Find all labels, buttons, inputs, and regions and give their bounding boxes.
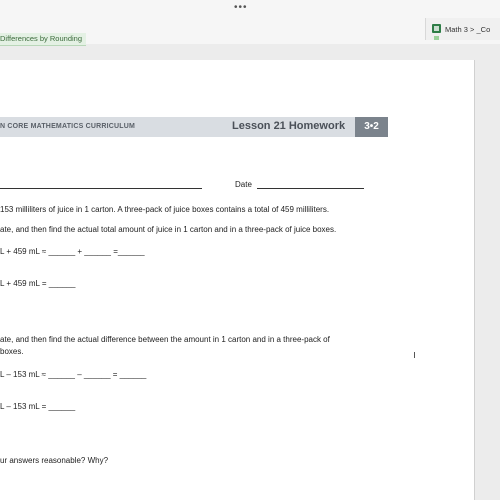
part-b-prompt-cont: boxes. bbox=[0, 347, 24, 356]
part-a-prompt: ate, and then find the actual total amou… bbox=[0, 225, 337, 234]
more-options-icon[interactable]: ••• bbox=[234, 2, 248, 13]
part-b-prompt: ate, and then find the actual difference… bbox=[0, 335, 330, 344]
problem-statement: 153 milliliters of juice in 1 carton. A … bbox=[0, 205, 330, 214]
tab-indicator-icon bbox=[434, 36, 439, 40]
name-field[interactable] bbox=[0, 188, 202, 189]
spreadsheet-icon bbox=[432, 24, 441, 33]
date-field[interactable] bbox=[257, 188, 364, 189]
date-label: Date bbox=[235, 180, 252, 189]
worksheet-header: N CORE MATHEMATICS CURRICULUM Lesson 21 … bbox=[0, 117, 388, 137]
text-cursor-icon bbox=[414, 352, 415, 358]
part-a-actual: L + 459 mL = ______ bbox=[0, 279, 76, 288]
lesson-title: Lesson 21 Homework bbox=[232, 120, 346, 132]
tab-other-label: Math 3 > _Co bbox=[445, 25, 491, 34]
worksheet-page: N CORE MATHEMATICS CURRICULUM Lesson 21 … bbox=[0, 60, 475, 500]
curriculum-label: N CORE MATHEMATICS CURRICULUM bbox=[0, 123, 136, 130]
tab-active-document[interactable]: Differences by Rounding bbox=[0, 33, 86, 46]
part-b-estimate: L – 153 mL ≈ ______ – ______ = ______ bbox=[0, 370, 147, 379]
part-a-estimate: L + 459 mL ≈ ______ + ______ =______ bbox=[0, 247, 145, 256]
title-bar: ••• Differences by Rounding Math 3 > _Co bbox=[0, 0, 500, 46]
module-badge: 3•2 bbox=[355, 117, 388, 137]
tab-other-document[interactable]: Math 3 > _Co bbox=[425, 18, 500, 40]
part-c-prompt: ur answers reasonable? Why? bbox=[0, 456, 109, 465]
part-b-actual: L – 153 mL = ______ bbox=[0, 402, 76, 411]
